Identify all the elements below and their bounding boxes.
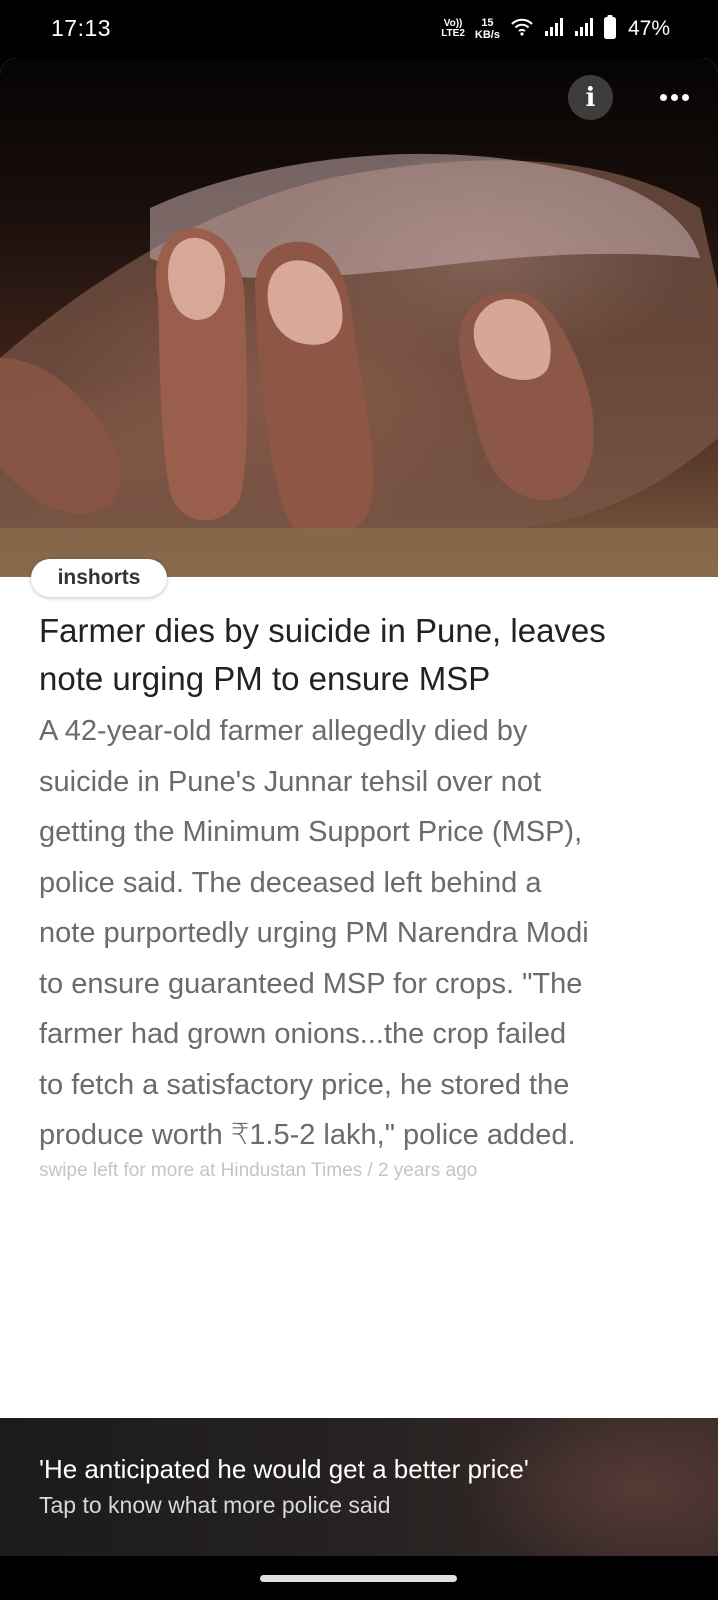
- body-line: produce worth ₹1.5-2 lakh," police added…: [39, 1119, 576, 1151]
- body-line: A 42-year-old farmer allegedly died by: [39, 715, 528, 747]
- signal-icon: [574, 17, 594, 42]
- speed-value: 15: [481, 17, 494, 29]
- promo-title: 'He anticipated he would get a better pr…: [39, 1454, 529, 1484]
- more-dot: [660, 94, 667, 101]
- status-icons: Vo)) LTE2 15 KB/s 47%: [441, 14, 670, 44]
- promo-banner[interactable]: 'He anticipated he would get a better pr…: [0, 1418, 718, 1556]
- body-line: farmer had grown onions...the crop faile…: [39, 1018, 567, 1050]
- news-card[interactable]: i inshorts Farmer dies by suicide in Pun…: [0, 58, 718, 1556]
- body-line: police said. The deceased left behind a: [39, 866, 542, 899]
- hero-image[interactable]: i: [0, 58, 718, 577]
- body-line: to ensure guaranteed MSP for crops. "The: [39, 967, 583, 1000]
- info-button[interactable]: i: [568, 75, 613, 120]
- promo-subtitle: Tap to know what more police said: [39, 1492, 391, 1518]
- body-line: getting the Minimum Support Price (MSP),: [39, 816, 583, 848]
- wifi-icon: [510, 17, 534, 42]
- speed-unit: KB/s: [474, 29, 500, 41]
- network-speed: 15 KB/s: [475, 17, 500, 41]
- more-options-icon[interactable]: [652, 75, 697, 120]
- article-body: A 42-year-old farmer allegedly died by s…: [39, 706, 684, 1161]
- read-more-link[interactable]: swipe left for more at Hindustan Times /…: [39, 1160, 477, 1182]
- status-bar: 17:13 Vo)) LTE2 15 KB/s 47%: [0, 0, 718, 58]
- volte-indicator: Vo)) LTE2: [441, 19, 465, 39]
- body-line: suicide in Pune's Junnar tehsil over not: [39, 765, 542, 798]
- more-dot: [671, 94, 678, 101]
- hand-illustration: [0, 153, 718, 577]
- home-indicator[interactable]: [260, 1575, 457, 1582]
- battery-icon: [603, 14, 616, 44]
- signal-icon: [544, 17, 564, 42]
- body-line: to fetch a satisfactory price, he stored…: [39, 1068, 570, 1101]
- source-badge[interactable]: inshorts: [31, 559, 167, 597]
- body-line: note purportedly urging PM Narendra Modi: [39, 917, 589, 949]
- volte-bottom: LTE2: [441, 28, 465, 39]
- phone-screen: 17:13 Vo)) LTE2 15 KB/s 47% i inshorts F…: [0, 0, 718, 1600]
- article-headline: Farmer dies by suicide in Pune, leaves n…: [39, 612, 606, 697]
- status-time: 17:13: [51, 15, 112, 41]
- battery-percent: 47%: [627, 17, 670, 40]
- more-dot: [682, 94, 689, 101]
